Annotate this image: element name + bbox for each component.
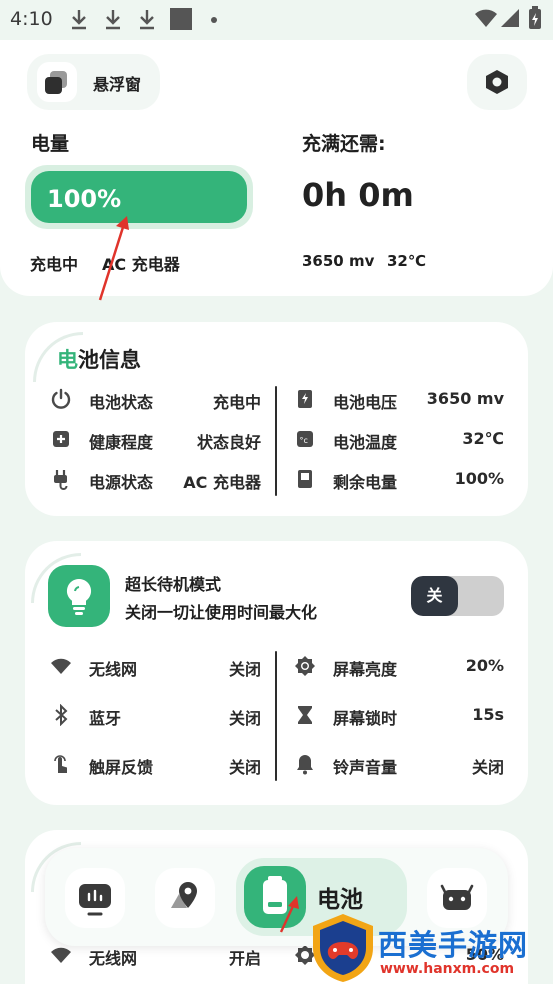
settings-button[interactable] bbox=[467, 54, 527, 110]
battery-voltage-value: 3650 mv bbox=[426, 389, 504, 408]
annotation-arrow bbox=[279, 896, 299, 933]
voltage-value: 3650 mv bbox=[302, 252, 375, 270]
haptic-feedback-value: 关闭 bbox=[228, 758, 261, 777]
download-icon bbox=[106, 10, 120, 30]
wifi-label: 无线网 bbox=[89, 660, 138, 679]
wifi-signal-icon bbox=[475, 9, 497, 27]
column-divider bbox=[275, 386, 277, 496]
power-source-value: AC 充电器 bbox=[183, 473, 261, 492]
image-icon bbox=[170, 8, 192, 30]
screen-timeout-label: 屏幕锁时 bbox=[333, 709, 398, 728]
standby-mode-subtitle: 关闭一切让使用时间最大化 bbox=[125, 603, 318, 622]
svg-text:°c: °c bbox=[300, 436, 308, 445]
battery-info-card: 电池信息 电池状态 充电中 健康程度 状态良好 电源状态 AC 充电器 电池电压… bbox=[25, 322, 528, 516]
toggle-state-label: 关 bbox=[411, 576, 458, 616]
download-icon bbox=[140, 10, 154, 30]
wifi-value: 关闭 bbox=[228, 660, 261, 679]
bluetooth-icon bbox=[55, 704, 68, 726]
monitor-icon bbox=[79, 884, 111, 916]
watermark: 西美手游网 www.hanxm.com bbox=[308, 912, 553, 984]
floating-window-label: 悬浮窗 bbox=[93, 75, 142, 94]
temperature-value: 32℃ bbox=[387, 252, 427, 270]
time-to-full-label: 充满还需: bbox=[302, 133, 386, 155]
status-bar: 4:10 bbox=[0, 0, 553, 40]
temperature-icon: °c bbox=[297, 431, 313, 447]
battery-label: 电量 bbox=[31, 133, 70, 155]
floating-window-icon bbox=[37, 62, 77, 102]
touch-icon bbox=[54, 755, 67, 773]
watermark-logo bbox=[313, 914, 373, 982]
battery-icon bbox=[298, 470, 312, 488]
watermark-url: www.hanxm.com bbox=[380, 961, 515, 977]
cell-signal-icon bbox=[501, 9, 519, 27]
wifi-icon bbox=[51, 947, 71, 963]
voltage-icon bbox=[298, 390, 312, 408]
battery-percent: 100% bbox=[47, 185, 122, 213]
column-divider bbox=[275, 651, 277, 781]
wifi-label: 无线网 bbox=[89, 949, 138, 968]
bluetooth-value: 关闭 bbox=[228, 709, 261, 728]
screen-timeout-value: 15s bbox=[472, 705, 504, 724]
ringtone-volume-label: 铃声音量 bbox=[333, 758, 398, 777]
battery-info-title: 电池信息 bbox=[57, 348, 141, 372]
charging-state: 充电中 bbox=[30, 255, 79, 274]
screen-brightness-label: 屏幕亮度 bbox=[333, 660, 398, 679]
haptic-feedback-label: 触屏反馈 bbox=[89, 758, 154, 777]
hourglass-icon bbox=[298, 706, 312, 724]
battery-summary-card: 悬浮窗 电量 充满还需: 100% 0h 0m 充电中 AC 充电器 3650 … bbox=[0, 40, 553, 296]
standby-mode-title: 超长待机模式 bbox=[125, 575, 222, 594]
health-value: 状态良好 bbox=[196, 433, 261, 452]
battery-level-bar: 100% bbox=[25, 165, 253, 229]
annotation-arrow bbox=[98, 216, 129, 301]
battery-level-fill: 100% bbox=[31, 171, 247, 223]
nav-location-tab[interactable] bbox=[155, 868, 215, 928]
settings-icon bbox=[486, 70, 508, 94]
brightness-icon bbox=[295, 656, 315, 676]
bell-icon bbox=[297, 755, 313, 775]
health-icon bbox=[53, 431, 69, 447]
battery-temperature-value: 32℃ bbox=[462, 429, 504, 448]
battery-charging-icon bbox=[529, 6, 541, 29]
dot-icon bbox=[211, 17, 217, 23]
standby-mode-toggle[interactable]: 关 bbox=[411, 576, 504, 616]
power-source-label: 电源状态 bbox=[89, 473, 154, 492]
location-icon bbox=[171, 882, 197, 908]
nav-monitor-tab[interactable] bbox=[65, 868, 125, 928]
plug-icon bbox=[54, 470, 68, 490]
battery-tab-label: 电池 bbox=[317, 887, 363, 913]
screen-brightness-value: 20% bbox=[465, 656, 504, 675]
power-icon bbox=[51, 388, 71, 409]
health-label: 健康程度 bbox=[89, 433, 154, 452]
ringtone-volume-value: 关闭 bbox=[471, 758, 504, 777]
battery-status-value: 充电中 bbox=[212, 393, 261, 412]
watermark-title: 西美手游网 bbox=[378, 928, 529, 962]
battery-voltage-label: 电池电压 bbox=[333, 393, 398, 412]
bluetooth-label: 蓝牙 bbox=[89, 709, 122, 728]
time-to-full-value: 0h 0m bbox=[302, 176, 414, 214]
lightbulb-icon bbox=[48, 565, 110, 627]
wifi-value: 开启 bbox=[228, 949, 261, 968]
battery-temperature-label: 电池温度 bbox=[333, 433, 398, 452]
remaining-charge-label: 剩余电量 bbox=[333, 473, 398, 492]
floating-window-button[interactable]: 悬浮窗 bbox=[27, 54, 160, 110]
remaining-charge-value: 100% bbox=[454, 469, 504, 488]
standby-mode-card: 超长待机模式 关闭一切让使用时间最大化 关 无线网 关闭 蓝牙 关闭 触屏反馈 … bbox=[25, 541, 528, 805]
status-time: 4:10 bbox=[10, 8, 53, 30]
battery-status-label: 电池状态 bbox=[89, 393, 154, 412]
wifi-icon bbox=[51, 658, 71, 674]
download-icon bbox=[72, 10, 86, 30]
